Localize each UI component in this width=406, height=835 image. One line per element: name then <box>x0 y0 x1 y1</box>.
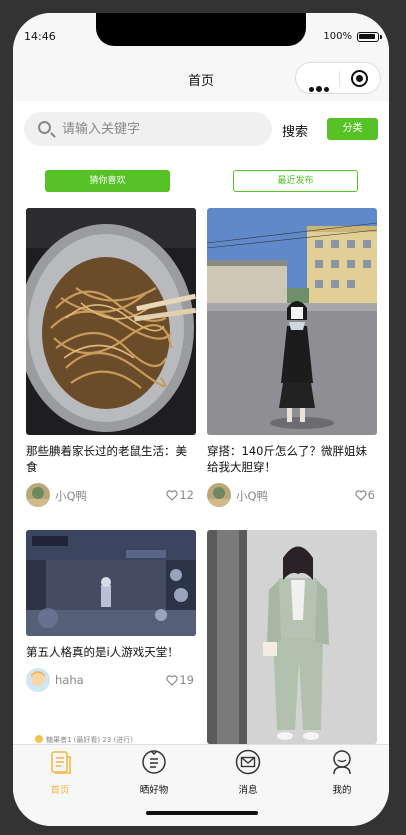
feed-card[interactable]: 第五人格真的是i人游戏天堂！ haha 19 <box>26 530 196 698</box>
tab-label: 晒好物 <box>139 785 169 796</box>
card-image-noodles[interactable] <box>26 208 196 435</box>
status-time: 14:46 <box>24 30 56 43</box>
close-target-icon[interactable] <box>351 70 368 87</box>
heart-icon <box>355 490 367 501</box>
mail-icon <box>235 749 261 775</box>
capsule-divider <box>339 71 340 87</box>
feed-card[interactable]: 那些腆着家长过的老鼠生活：美食 小Q鸭 12 <box>26 208 196 513</box>
card-meta: 小Q鸭 12 <box>26 483 196 513</box>
search-button[interactable]: 搜索 <box>282 121 308 140</box>
card-image-street[interactable] <box>207 208 377 435</box>
tab-label: 消息 <box>238 785 258 796</box>
tab-guess-you-like[interactable]: 猜你喜欢 <box>45 170 170 192</box>
category-button[interactable]: 分类 <box>327 118 378 140</box>
like-count[interactable]: 19 <box>166 673 194 687</box>
feed-card[interactable] <box>207 530 377 744</box>
tab-messages[interactable]: 消息 <box>218 749 278 796</box>
card-title[interactable]: 那些腆着家长过的老鼠生活：美食 <box>26 443 196 475</box>
card-meta: haha 19 <box>26 668 196 698</box>
search-icon <box>38 121 51 134</box>
card-meta: 小Q鸭 6 <box>207 483 377 513</box>
tab-profile[interactable]: 我的 <box>312 749 372 796</box>
tab-home[interactable]: 首页 <box>30 749 90 796</box>
author-name[interactable]: 小Q鸭 <box>55 488 87 504</box>
author-name[interactable]: haha <box>55 673 84 687</box>
partial-feed-label: 糖果者1 (最好看) 23 (进行) <box>46 736 133 744</box>
home-icon <box>51 751 71 774</box>
heart-icon <box>166 490 178 501</box>
search-row: 搜索 分类 <box>13 101 389 157</box>
avatar[interactable] <box>207 483 231 507</box>
tab-share[interactable]: 晒好物 <box>124 749 184 796</box>
coin-icon <box>35 735 43 743</box>
phone-screen: 14:46 100% 首页 搜索 分类 猜你喜欢 最近发布 <box>13 13 389 826</box>
feed-tabs: 猜你喜欢 最近发布 <box>13 170 389 194</box>
card-image-suit[interactable] <box>207 530 377 744</box>
heart-icon <box>166 675 178 686</box>
battery-percent: 100% <box>323 31 352 42</box>
tab-recent[interactable]: 最近发布 <box>233 170 358 192</box>
like-count-value: 12 <box>179 488 194 502</box>
avatar[interactable] <box>26 483 50 507</box>
like-count[interactable]: 12 <box>166 488 194 502</box>
user-icon <box>333 750 351 775</box>
card-image-game[interactable] <box>26 530 196 636</box>
feed-card[interactable]: 穿搭：140斤怎么了？微胖姐妹给我大胆穿！ 小Q鸭 6 <box>207 208 377 513</box>
tab-label: 首页 <box>50 785 70 796</box>
notch <box>96 13 306 46</box>
navigation-bar: 首页 <box>13 57 389 101</box>
mini-program-capsule <box>295 62 381 94</box>
search-input[interactable] <box>62 112 262 146</box>
more-icon[interactable] <box>309 77 331 96</box>
like-count-value: 6 <box>367 488 375 502</box>
author-name[interactable]: 小Q鸭 <box>236 488 268 504</box>
card-title[interactable]: 穿搭：140斤怎么了？微胖姐妹给我大胆穿！ <box>207 443 377 475</box>
avatar[interactable] <box>26 668 50 692</box>
card-title[interactable]: 第五人格真的是i人游戏天堂！ <box>26 644 196 660</box>
tab-label: 我的 <box>332 785 352 796</box>
battery-icon <box>357 32 382 42</box>
home-indicator <box>146 811 258 815</box>
search-box[interactable] <box>24 112 272 146</box>
like-count[interactable]: 6 <box>355 488 375 502</box>
list-icon <box>142 750 166 774</box>
like-count-value: 19 <box>179 673 194 687</box>
